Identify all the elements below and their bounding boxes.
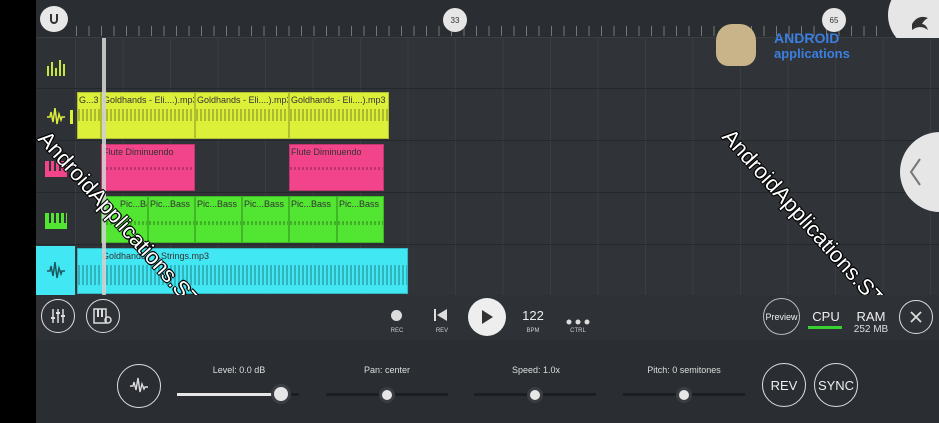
ram-label: RAM: [856, 309, 886, 324]
track-divider: [36, 88, 939, 89]
pattern-clip[interactable]: Pic...Bass: [242, 196, 289, 243]
track-header-5-selected[interactable]: [36, 246, 75, 295]
pattern-clip[interactable]: Flute Diminuendo: [101, 144, 195, 191]
clip-notes: [102, 167, 194, 170]
level-slider-knob[interactable]: [270, 384, 291, 404]
audio-clip-selected[interactable]: Goldhands - ...Strings.mp3: [77, 248, 408, 294]
mixer-bars-icon: [46, 59, 65, 76]
clip-waveform: [102, 109, 194, 121]
track-divider: [36, 192, 939, 193]
piano-keys-icon: [44, 212, 67, 229]
magnet-icon: [50, 14, 58, 24]
mixer-sliders-icon: [51, 309, 65, 323]
pan-slider-knob[interactable]: [379, 387, 395, 403]
clip-label: Pic...Bass: [197, 199, 238, 209]
waveform-icon: [46, 261, 65, 278]
clip-label: Goldhands - Eli....).mp3: [103, 95, 195, 105]
playhead[interactable]: [102, 38, 106, 295]
clip-waveform: [290, 109, 388, 121]
bpm-value[interactable]: 122: [513, 308, 553, 323]
pitch-slider-knob[interactable]: [676, 387, 692, 403]
clip-waveform: [196, 109, 288, 121]
rec-label: REC: [390, 328, 404, 334]
track-divider: [36, 140, 939, 141]
rewind-button[interactable]: [433, 308, 449, 327]
mixer-button[interactable]: [41, 299, 75, 333]
skip-back-icon: [434, 309, 447, 321]
clip-label: G...3: [79, 95, 99, 105]
pitch-label: Pitch: 0 semitones: [647, 365, 721, 375]
clip-notes: [196, 221, 241, 225]
track-header-1[interactable]: [36, 42, 75, 91]
clip-label: Pic...Bass: [291, 199, 332, 209]
pattern-clip[interactable]: Pic...Bass: [289, 196, 337, 243]
logo-title: ANDROID: [774, 30, 840, 46]
clip-label: Goldhands - Eli....).mp3: [291, 95, 386, 105]
clip-label: Flute Diminuendo: [103, 147, 174, 157]
waveform-icon: [130, 377, 148, 393]
piano-roll-settings-button[interactable]: [86, 299, 120, 333]
ctrl-label: CTRL: [570, 328, 586, 334]
fruit-logo-icon: [912, 16, 928, 30]
speed-label: Speed: 1.0x: [511, 365, 561, 375]
play-button[interactable]: [468, 298, 506, 336]
clip-notes: [149, 221, 194, 225]
level-label: Level: 0.0 dB: [212, 365, 266, 375]
preview-button[interactable]: Preview: [763, 298, 800, 335]
clip-label: Pic...Bass: [244, 199, 285, 209]
clip-waveform: [78, 265, 407, 285]
speed-slider-knob[interactable]: [527, 387, 543, 403]
bpm-label: BPM: [526, 328, 540, 334]
android-applications-logo: ANDROID applications: [716, 24, 876, 69]
clip-label: Flute Diminuendo: [291, 147, 362, 157]
track-divider: [36, 244, 939, 245]
clip-notes: [338, 221, 383, 225]
reverse-button[interactable]: REV: [762, 363, 806, 407]
close-icon: [910, 311, 922, 323]
audio-clip[interactable]: Goldhands - Eli....).mp3: [101, 92, 195, 139]
logo-subtitle: applications: [774, 46, 850, 61]
pattern-clip[interactable]: Flute Diminuendo: [289, 144, 384, 191]
screen-edge: [0, 0, 36, 423]
record-button[interactable]: [391, 310, 402, 321]
clip-label: Pic...Bass: [339, 199, 380, 209]
pug-mascot: [716, 24, 756, 66]
sync-button[interactable]: SYNC: [814, 363, 858, 407]
cpu-meter: [808, 326, 842, 329]
clip-label: Pic...Bass: [150, 199, 191, 209]
snap-magnet-button[interactable]: [40, 6, 68, 32]
rev-label: REV: [435, 328, 449, 334]
ram-value: 252 MB: [853, 324, 889, 335]
chevron-left-icon: [909, 158, 921, 186]
clip-label: Goldhands - Eli....).mp3: [197, 95, 289, 105]
audio-clip[interactable]: Goldhands - Eli....).mp3: [195, 92, 289, 139]
track-color-strip: [70, 109, 73, 124]
clip-notes: [290, 221, 336, 225]
audio-clip[interactable]: G...3: [77, 92, 101, 139]
pattern-clip[interactable]: Pic...Bass: [195, 196, 242, 243]
waveform-button[interactable]: [117, 364, 161, 408]
waveform-icon: [46, 107, 65, 124]
audio-clip[interactable]: Goldhands - Eli....).mp3: [289, 92, 389, 139]
cpu-label: CPU: [812, 309, 840, 324]
level-slider-fill: [177, 393, 281, 396]
clip-notes: [243, 221, 288, 225]
pan-label: Pan: center: [363, 365, 411, 375]
play-icon: [482, 310, 493, 324]
pattern-clip[interactable]: Pic...Bass: [148, 196, 195, 243]
clip-notes: [290, 167, 383, 170]
close-button[interactable]: [899, 300, 933, 334]
more-dots-icon: [566, 319, 590, 325]
pattern-clip[interactable]: Pic...Bass: [337, 196, 384, 243]
bar-marker-33[interactable]: 33: [443, 8, 467, 32]
track-header-4[interactable]: [36, 196, 75, 245]
piano-gear-icon: [93, 308, 112, 324]
clip-waveform: [78, 109, 100, 121]
